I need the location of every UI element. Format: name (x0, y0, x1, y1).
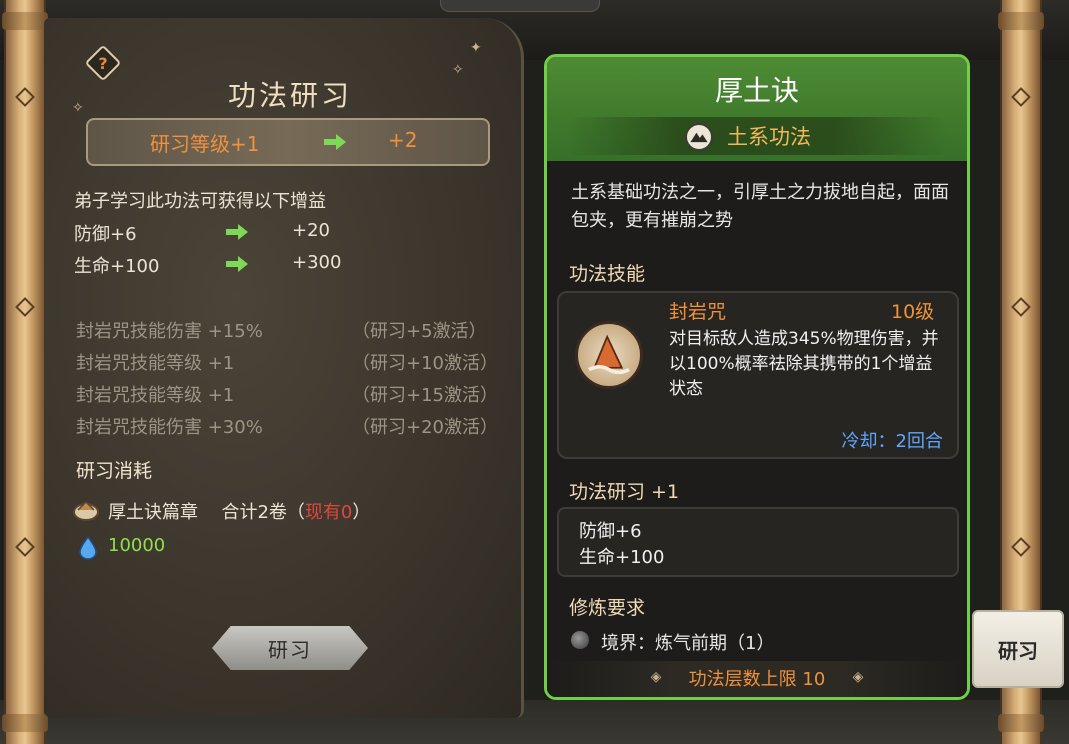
skill-description: 对目标敌人造成345%物理伤害，并以100%概率祛除其携带的1个增益状态 (669, 329, 939, 399)
requirement-section-title: 修炼要求 (569, 597, 646, 619)
rod-ornament-icon (1011, 537, 1031, 557)
cost-item-row: 厚土诀篇章 合计2卷（现有0） (108, 498, 370, 524)
study-section-title: 功法研习 +1 (569, 481, 680, 503)
arrow-right-icon (226, 256, 248, 272)
cost-title: 研习消耗 (76, 460, 153, 482)
realm-requirement: 境界：炼气前期（1） (601, 633, 775, 654)
arrow-right-icon (324, 134, 346, 150)
realm-status-icon (571, 631, 589, 649)
rod-ornament-icon (15, 537, 35, 557)
rod-ornament-icon (1011, 297, 1031, 317)
ornament-right-icon: ◈ (852, 669, 864, 685)
earth-element-icon (685, 123, 713, 151)
top-currency-bar (440, 0, 600, 12)
gain-intro: 弟子学习此功法可获得以下增益 (74, 191, 326, 212)
cost-close: ） (352, 502, 371, 523)
unlock-condition: （研习+20激活） (352, 417, 498, 438)
technique-name: 厚土诀 (714, 74, 799, 107)
rod-ornament-icon (1011, 87, 1031, 107)
unlock-effect: 封岩咒技能等级 +1 (76, 385, 235, 406)
unlock-condition: （研习+5激活） (352, 321, 487, 342)
rod-ornament-icon (15, 87, 35, 107)
skill-level: 10级 (891, 301, 935, 323)
help-icon[interactable]: ? (90, 50, 116, 76)
study-bonus: 防御+6 (579, 521, 642, 542)
spirit-stone-icon (79, 536, 97, 560)
scroll-rod-left (2, 0, 48, 744)
unlock-effect: 封岩咒技能等级 +1 (76, 353, 235, 374)
sparkle-icon: ✧ (72, 100, 84, 116)
study-button[interactable]: 研习 (212, 626, 368, 670)
study-level-next: +2 (388, 128, 418, 152)
arrow-right-icon (226, 224, 248, 240)
skill-rock-icon (575, 321, 643, 389)
unlock-condition: （研习+10激活） (352, 353, 498, 374)
scroll-chapter-icon (73, 500, 99, 521)
layer-cap: 功法层数上限 10 (688, 669, 826, 690)
cost-have: 现有0 (304, 502, 353, 523)
study-bonus: 生命+100 (579, 547, 665, 568)
ornament-left-icon: ◈ (650, 669, 662, 685)
skill-section-title: 功法技能 (569, 263, 646, 285)
panel-title: 功法研习 (227, 79, 352, 112)
technique-card: 厚土诀 土系功法 土系基础功法之一，引厚土之力拔地自起，面面包夹，更有摧崩之势 … (544, 54, 970, 700)
gain-label: 防御+6 (74, 224, 137, 245)
gain-label: 生命+100 (74, 256, 160, 277)
study-level-current: 研习等级+1 (150, 132, 260, 156)
sparkle-icon: ✧ (452, 62, 464, 78)
technique-description: 土系基础功法之一，引厚土之力拔地自起，面面包夹，更有摧崩之势 (571, 182, 949, 231)
unlock-effect: 封岩咒技能伤害 +15% (76, 321, 263, 342)
unlock-effect: 封岩咒技能伤害 +30% (76, 417, 263, 438)
rod-ornament-icon (15, 297, 35, 317)
skill-name: 封岩咒 (669, 301, 727, 323)
cost-total: 合计2卷（ (221, 502, 305, 523)
unlock-condition: （研习+15激活） (352, 385, 498, 406)
gain-next: +20 (292, 220, 330, 241)
side-tab-study[interactable]: 研习 (972, 610, 1064, 688)
element-type: 土系功法 (727, 125, 811, 149)
gain-next: +300 (292, 252, 342, 273)
cost-item-name: 厚土诀篇章 (108, 502, 198, 523)
sparkle-icon: ✦ (470, 40, 482, 56)
stone-amount: 10000 (108, 535, 166, 556)
skill-cooldown: 冷却：2回合 (841, 431, 943, 452)
